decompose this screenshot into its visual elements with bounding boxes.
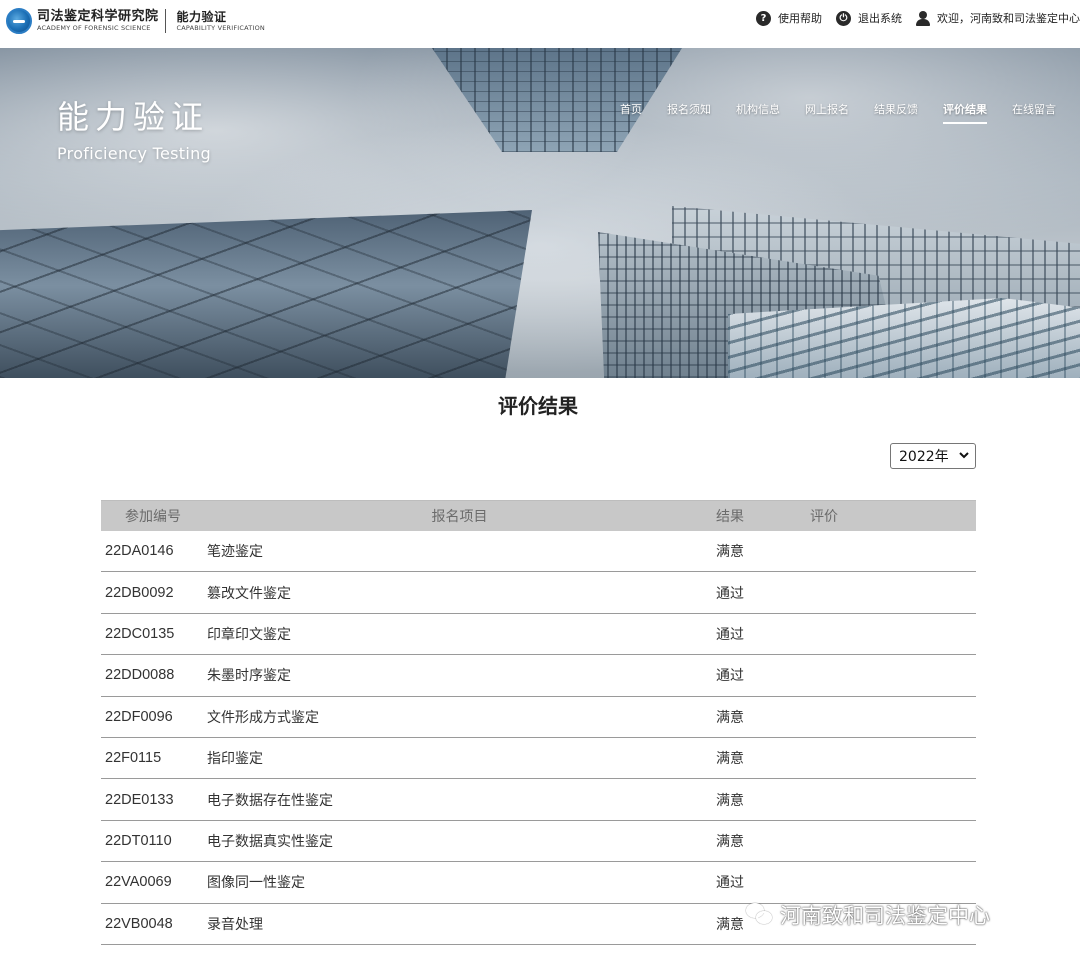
- banner-building-image: [0, 210, 532, 378]
- nav-item-institution-info[interactable]: 机构信息: [736, 101, 780, 124]
- participant-id-cell: 22DD0088: [105, 667, 175, 684]
- year-select[interactable]: 2022年: [890, 443, 976, 469]
- help-label: 使用帮助: [778, 12, 822, 25]
- participant-id-cell: 22VB0048: [105, 915, 173, 932]
- project-cell: 录音处理: [207, 916, 263, 933]
- nav-item-online-registration[interactable]: 网上报名: [805, 101, 849, 124]
- result-cell: 满意: [716, 751, 744, 768]
- logo-divider: [164, 9, 166, 33]
- top-header: 司法鉴定科学研究院 ACADEMY OF FORENSIC SCIENCE 能力…: [0, 0, 1080, 48]
- participant-id-cell: 22DF0096: [105, 708, 173, 725]
- logo-section-title: 能力验证: [176, 9, 227, 24]
- table-row: 22DT0110 电子数据真实性鉴定 满意: [101, 821, 976, 863]
- result-cell: 通过: [716, 626, 744, 643]
- table-row: 22DF0096 文件形成方式鉴定 满意: [101, 697, 976, 738]
- question-icon: ?: [756, 10, 771, 26]
- banner-title-en: Proficiency Testing: [57, 144, 211, 163]
- result-cell: 满意: [716, 792, 744, 809]
- result-cell: 满意: [716, 544, 744, 561]
- table-header: 参加编号 报名项目 结果 评价: [101, 500, 976, 531]
- logout-label: 退出系统: [858, 12, 902, 25]
- project-cell: 图像同一性鉴定: [207, 875, 305, 892]
- banner-title-cn: 能力验证: [57, 98, 210, 136]
- result-cell: 满意: [716, 833, 744, 850]
- header-participant-id: 参加编号: [125, 509, 181, 525]
- watermark-text: 河南致和司法鉴定中心: [780, 904, 990, 928]
- project-cell: 篡改文件鉴定: [207, 585, 291, 602]
- participant-id-cell: 22VA0069: [105, 874, 172, 891]
- header-result: 结果: [716, 509, 744, 525]
- banner-title: 能力验证 Proficiency Testing: [57, 92, 211, 163]
- table-row: 22DC0135 印章印文鉴定 通过: [101, 614, 976, 656]
- academy-emblem-icon: [6, 8, 32, 34]
- power-icon: ⏻: [836, 10, 851, 26]
- table-row: 22DE0133 电子数据存在性鉴定 满意: [101, 779, 976, 821]
- watermark: 河南致和司法鉴定中心: [746, 900, 990, 930]
- logo-section-subtitle-en: CAPABILITY VERIFICATION: [176, 23, 265, 32]
- nav-item-registration-notes[interactable]: 报名须知: [667, 101, 711, 124]
- wechat-icon: [746, 903, 774, 927]
- logout-link[interactable]: ⏻ 退出系统: [836, 10, 902, 26]
- user-icon: [916, 10, 930, 26]
- table-row: 22DA0146 笔迹鉴定 满意: [101, 531, 976, 573]
- header-evaluation: 评价: [810, 509, 838, 525]
- year-select-value: 2022年: [899, 449, 949, 465]
- nav-item-evaluation-results[interactable]: 评价结果: [943, 101, 987, 124]
- site-logo[interactable]: 司法鉴定科学研究院 ACADEMY OF FORENSIC SCIENCE 能力…: [6, 6, 265, 36]
- table-row: 22DD0088 朱墨时序鉴定 通过: [101, 655, 976, 697]
- table-row: 22VA0069 图像同一性鉴定 通过: [101, 862, 976, 904]
- result-cell: 通过: [716, 585, 744, 602]
- welcome-text: 欢迎，河南致和司法鉴定中心: [937, 12, 1080, 25]
- page-title: 评价结果: [498, 394, 578, 418]
- participant-id-cell: 22F0115: [105, 750, 162, 767]
- nav-item-home[interactable]: 首页: [620, 101, 642, 124]
- result-cell: 通过: [716, 668, 744, 685]
- participant-id-cell: 22DC0135: [105, 625, 175, 642]
- nav-item-online-message[interactable]: 在线留言: [1012, 101, 1056, 124]
- project-cell: 笔迹鉴定: [207, 544, 263, 561]
- participant-id-cell: 22DA0146: [105, 543, 174, 560]
- logo-subtitle-en: ACADEMY OF FORENSIC SCIENCE: [37, 24, 151, 33]
- main-nav: 首页 报名须知 机构信息 网上报名 结果反馈 评价结果 在线留言: [620, 101, 1080, 124]
- project-cell: 指印鉴定: [207, 751, 263, 768]
- result-cell: 通过: [716, 875, 744, 892]
- user-links: ? 使用帮助 ⏻ 退出系统 欢迎，河南致和司法鉴定中心: [742, 8, 1080, 28]
- chevron-down-icon: [959, 452, 969, 459]
- project-cell: 印章印文鉴定: [207, 626, 291, 643]
- project-cell: 文件形成方式鉴定: [207, 709, 319, 726]
- participant-id-cell: 22DT0110: [105, 832, 172, 849]
- result-cell: 满意: [716, 709, 744, 726]
- table-row: 22DB0092 篡改文件鉴定 通过: [101, 572, 976, 614]
- participant-id-cell: 22DB0092: [105, 584, 174, 601]
- table-row: 22F0115 指印鉴定 满意: [101, 738, 976, 780]
- project-cell: 电子数据存在性鉴定: [207, 792, 333, 809]
- banner-building-image: [432, 48, 682, 152]
- user-welcome: 欢迎，河南致和司法鉴定中心: [916, 10, 1080, 26]
- project-cell: 朱墨时序鉴定: [207, 668, 291, 685]
- project-cell: 电子数据真实性鉴定: [207, 833, 333, 850]
- hero-banner: 能力验证 Proficiency Testing 首页 报名须知 机构信息 网上…: [0, 48, 1080, 378]
- participant-id-cell: 22DE0133: [105, 791, 174, 808]
- nav-item-result-feedback[interactable]: 结果反馈: [874, 101, 918, 124]
- results-table: 参加编号 报名项目 结果 评价 22DA0146 笔迹鉴定 满意 22DB0092 篡改…: [101, 500, 976, 945]
- logo-title: 司法鉴定科学研究院: [37, 9, 159, 25]
- help-link[interactable]: ? 使用帮助: [756, 10, 822, 26]
- header-project: 报名项目: [431, 509, 488, 525]
- table-body: 22DA0146 笔迹鉴定 满意 22DB0092 篡改文件鉴定 通过 22DC0135 印章…: [101, 531, 976, 945]
